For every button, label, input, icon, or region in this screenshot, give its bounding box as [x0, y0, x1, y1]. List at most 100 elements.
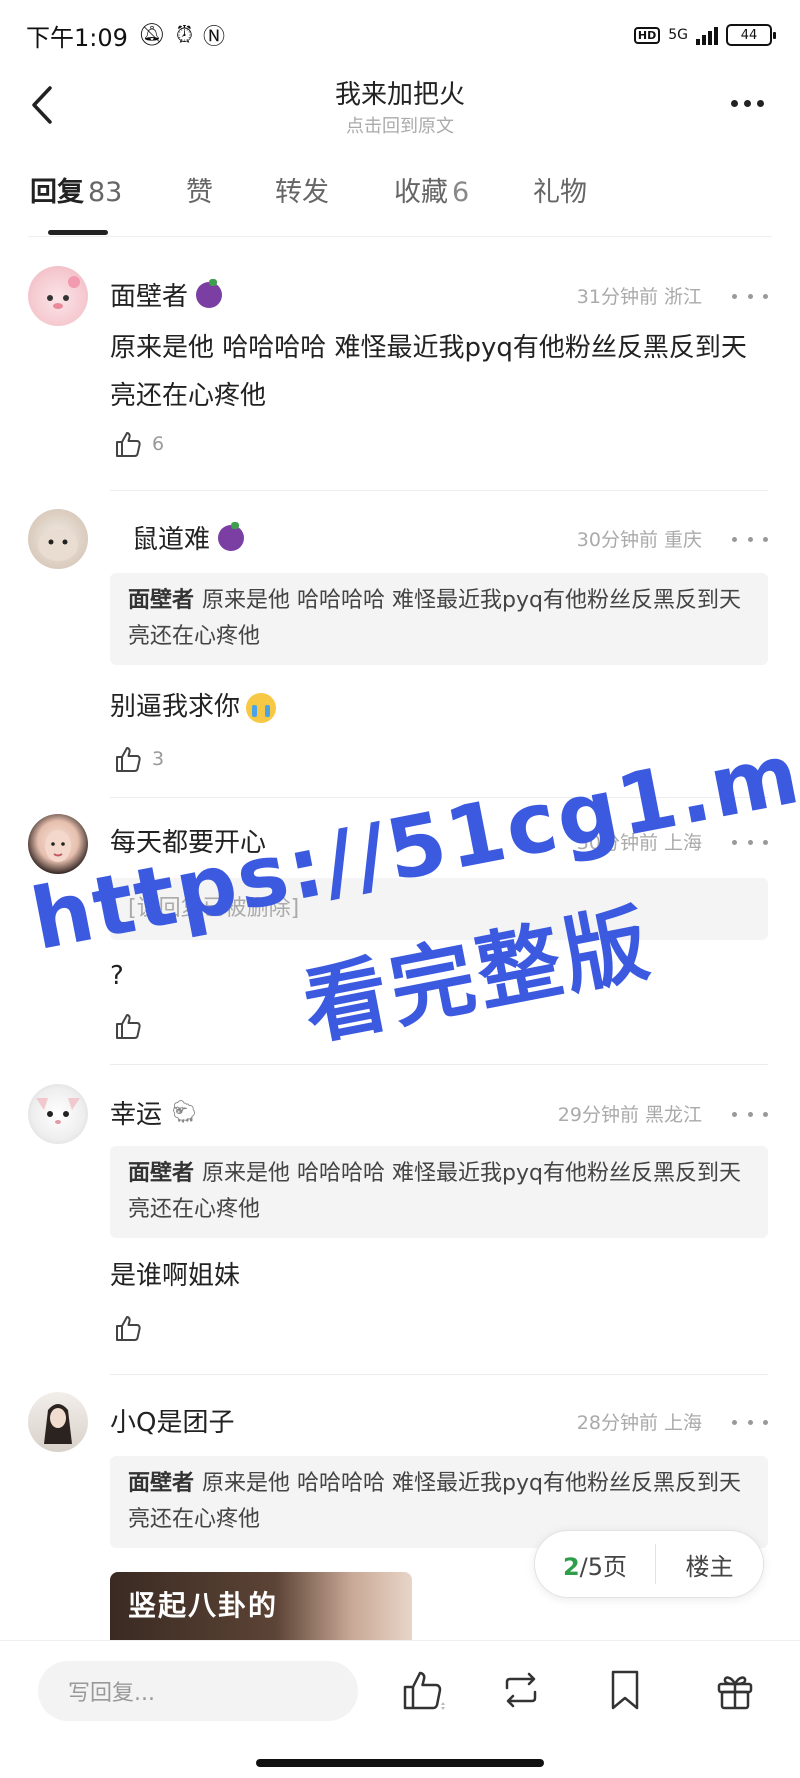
username-text: 每天都要开心	[110, 828, 267, 858]
comment-meta: 30分钟前 上海	[576, 832, 702, 854]
hd-icon: HD	[633, 26, 661, 44]
like-button[interactable]: 3	[114, 745, 164, 773]
avatar[interactable]	[28, 814, 88, 874]
avatar[interactable]	[28, 1392, 88, 1452]
tab-gifts[interactable]: 礼物	[533, 170, 587, 209]
avatar[interactable]	[28, 1084, 88, 1144]
tab-bar: 回复 83 赞 转发 收藏 6 礼物	[0, 170, 800, 236]
back-to-original-link[interactable]: 点击回到原文	[0, 112, 800, 138]
avatar[interactable]	[28, 266, 88, 326]
comment-text: 原来是他 哈哈哈哈 难怪最近我pyq有他粉丝反黑反到天亮还在心疼他	[110, 333, 747, 411]
avatar-hamster-icon	[38, 529, 78, 561]
quoted-text: 原来是他 哈哈哈哈 难怪最近我pyq有他粉丝反黑反到天亮还在心疼他	[128, 588, 741, 649]
comment-more-button[interactable]	[732, 529, 768, 549]
comment-item: 面壁者 31分钟前 浙江 原来是他 哈哈哈哈 难怪最近我pyq有他粉丝反黑反到天…	[0, 262, 800, 492]
divider	[110, 797, 768, 798]
quoted-username: 面壁者	[128, 1471, 195, 1496]
page-title: 我来加把火	[334, 80, 465, 110]
avatar-cat-icon	[36, 1098, 80, 1124]
comment-text: 是谁啊姐妹	[110, 1261, 241, 1291]
comment-text-content: 别逼我求你	[110, 692, 241, 722]
like-post-button[interactable]	[398, 1665, 448, 1715]
tab-label: 收藏	[394, 177, 448, 208]
eggplant-badge-icon	[196, 278, 223, 308]
status-bar: 下午1:09 🔕︎ ⏰︎ Ⓝ HD 5G 44	[0, 0, 800, 70]
tab-favorites[interactable]: 收藏 6	[394, 170, 469, 209]
comment-username[interactable]: 面壁者	[110, 276, 223, 313]
comment-meta: 28分钟前 上海	[576, 1412, 702, 1434]
comment-image[interactable]: 竖起八卦的	[110, 1572, 412, 1640]
avatar-girl-icon	[44, 1404, 72, 1444]
alarm-icon: ⏰︎	[175, 22, 194, 48]
crying-face-icon	[246, 692, 277, 723]
comment-more-button[interactable]	[732, 832, 768, 852]
tab-count: 6	[452, 177, 470, 208]
reply-input[interactable]: 写回复...	[38, 1661, 358, 1721]
network-label: 5G	[668, 27, 688, 43]
thumbs-up-icon	[116, 1014, 141, 1039]
bookmark-button[interactable]	[600, 1665, 650, 1715]
battery-icon: 44	[726, 24, 776, 46]
divider	[110, 1064, 768, 1065]
comment-more-button[interactable]	[732, 1104, 768, 1124]
thumbs-up-icon	[116, 432, 141, 457]
gift-button[interactable]	[710, 1665, 760, 1715]
page-total: /5页	[579, 1552, 628, 1581]
comment-username[interactable]: 每天都要开心	[110, 822, 266, 859]
tab-reposts[interactable]: 转发	[275, 170, 329, 209]
signal-icon	[696, 25, 718, 45]
comment-item: 每天都要开心 30分钟前 上海 [该回复已被删除] ?	[0, 812, 800, 1065]
tab-label: 赞	[186, 177, 213, 208]
tab-likes[interactable]: 赞	[186, 170, 213, 209]
comment-image-caption: 竖起八卦的	[128, 1589, 279, 1622]
divider	[110, 1374, 768, 1375]
comment-more-button[interactable]	[732, 1412, 768, 1432]
like-button[interactable]	[114, 1012, 142, 1040]
quoted-text: 原来是他 哈哈哈哈 难怪最近我pyq有他粉丝反黑反到天亮还在心疼他	[128, 1161, 741, 1222]
status-time: 下午1:09	[26, 23, 128, 52]
comment-more-button[interactable]	[732, 286, 768, 306]
comment-username[interactable]: 鼠道难	[132, 519, 245, 556]
thumbs-up-icon	[403, 1671, 445, 1710]
thumbs-up-icon	[116, 747, 141, 772]
tab-label: 回复	[30, 177, 84, 208]
comment-item: 幸运 🐑︎ 29分钟前 黑龙江 面壁者 原来是他 哈哈哈哈 难怪最近我pyq有他粉…	[0, 1080, 800, 1375]
like-button[interactable]	[114, 1314, 142, 1342]
mute-icon: 🔕︎	[137, 22, 166, 48]
comment-item: 鼠道难 30分钟前 重庆 面壁者 原来是他 哈哈哈哈 难怪最近我pyq有他粉丝反黑…	[0, 505, 800, 798]
bookmark-icon	[611, 1670, 639, 1710]
more-dot-icon	[743, 99, 751, 107]
home-indicator	[256, 1759, 544, 1767]
quoted-reply[interactable]: 面壁者 原来是他 哈哈哈哈 难怪最近我pyq有他粉丝反黑反到天亮还在心疼他	[110, 1146, 768, 1238]
username-text: 鼠道难	[132, 525, 211, 555]
page-indicator-button[interactable]: 2/5页	[535, 1547, 655, 1582]
page-header: 我来加把火 点击回到原文	[0, 70, 800, 146]
thumbs-up-icon	[116, 1316, 141, 1341]
quoted-text: [该回复已被删除]	[128, 896, 300, 921]
gift-icon	[717, 1676, 753, 1710]
quoted-reply[interactable]: 面壁者 原来是他 哈哈哈哈 难怪最近我pyq有他粉丝反黑反到天亮还在心疼他	[110, 573, 768, 665]
comment-meta: 29分钟前 黑龙江	[557, 1104, 702, 1126]
username-text: 小Q是团子	[110, 1408, 235, 1438]
comment-username[interactable]: 小Q是团子	[110, 1402, 234, 1439]
status-right: HD 5G 44	[633, 24, 776, 46]
like-count: 3	[152, 748, 165, 770]
op-only-button[interactable]: 楼主	[656, 1547, 763, 1582]
comment-text: ?	[110, 961, 124, 991]
avatar-portrait-icon	[45, 830, 71, 862]
pagination-pill: 2/5页 楼主	[534, 1530, 764, 1598]
sheep-badge-icon: 🐑︎	[170, 1100, 198, 1125]
avatar-illustration-icon	[47, 276, 80, 309]
repost-icon	[505, 1672, 537, 1708]
like-button[interactable]: 6	[114, 430, 164, 458]
comment-username[interactable]: 幸运 🐑︎	[110, 1094, 198, 1131]
battery-level: 44	[740, 27, 758, 43]
deleted-quoted-reply: [该回复已被删除]	[110, 878, 768, 940]
more-options-button[interactable]	[722, 88, 772, 118]
more-dot-icon	[730, 99, 738, 107]
username-text: 幸运	[110, 1100, 163, 1130]
tab-replies[interactable]: 回复 83	[30, 170, 122, 209]
avatar[interactable]	[28, 509, 88, 569]
repost-button[interactable]	[496, 1665, 546, 1715]
divider	[110, 490, 768, 491]
